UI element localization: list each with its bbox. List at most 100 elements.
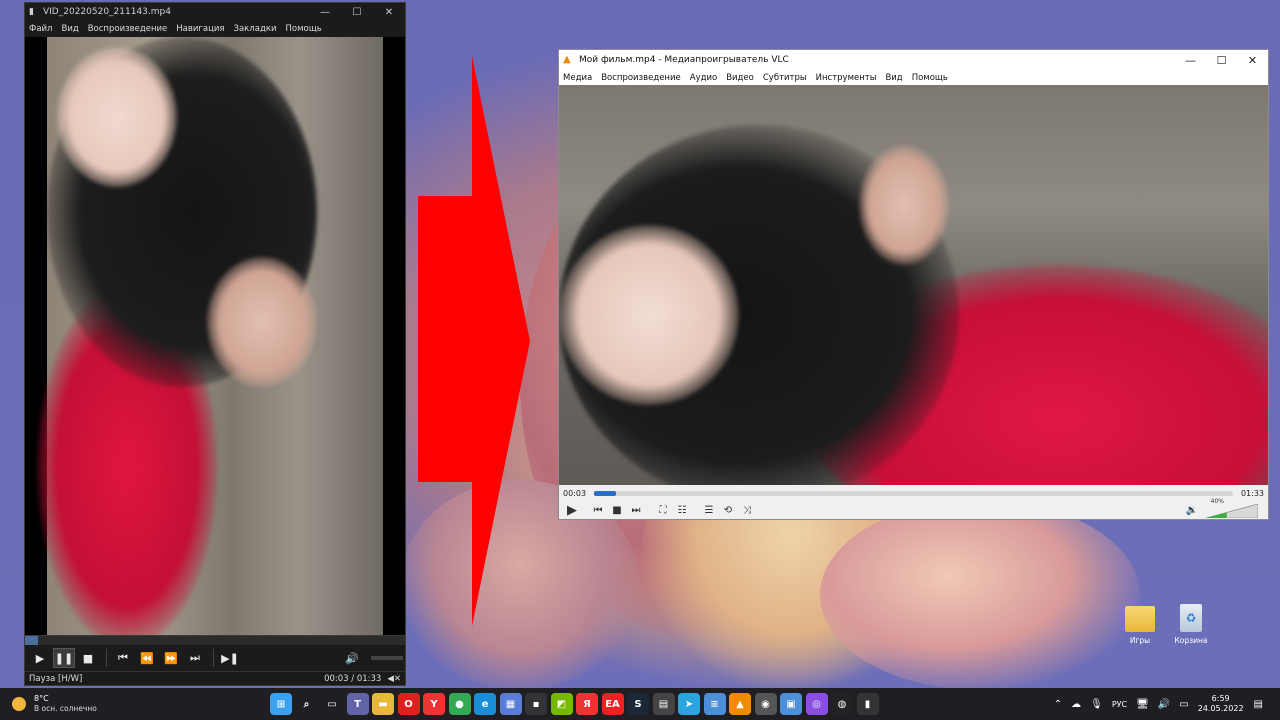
extended-settings-icon[interactable]: ☷: [673, 503, 691, 519]
minimize-icon[interactable]: —: [1175, 54, 1206, 67]
taskbar-app-teams[interactable]: T: [346, 693, 369, 715]
vlc-controls: ▶ ⏮ ■ ⏭ ⛶ ☷ ☰ ⟲ ⤨ 🔉 40%: [559, 497, 1268, 520]
mpc-status-text: Пауза [H/W]: [29, 674, 83, 684]
stop-icon[interactable]: ■: [608, 503, 626, 519]
previous-icon[interactable]: ⏮: [589, 503, 607, 519]
taskbar-clock[interactable]: 6:59 24.05.2022: [1198, 694, 1244, 714]
weather-desc: В осн. солнечно: [34, 704, 97, 713]
taskbar-app-telegram[interactable]: ➤: [678, 693, 700, 715]
menu-help[interactable]: Помощь: [912, 73, 948, 83]
mpc-titlebar[interactable]: ▮ VID_20220520_211143.mp4 — ☐ ✕: [25, 3, 405, 21]
play-icon[interactable]: ▶: [563, 503, 581, 519]
weather-temp: 8°C: [34, 694, 49, 703]
menu-audio[interactable]: Аудио: [690, 73, 717, 83]
fast-forward-icon[interactable]: ⏩: [160, 648, 182, 668]
menu-view[interactable]: Вид: [61, 24, 78, 34]
taskbar-app-mpc[interactable]: ▮: [856, 693, 879, 715]
taskbar-app-ea[interactable]: EA: [601, 693, 624, 715]
menu-subtitles[interactable]: Субтитры: [763, 73, 807, 83]
taskbar-app-start[interactable]: ⊞: [270, 693, 292, 715]
minimize-icon[interactable]: —: [309, 7, 341, 18]
taskbar-app-obs[interactable]: ◍: [831, 693, 853, 715]
taskbar-app-explorer[interactable]: ▬: [372, 693, 394, 715]
folder-icon: [1125, 606, 1155, 632]
mpc-title: VID_20220520_211143.mp4: [43, 7, 171, 17]
mpc-menubar: Файл Вид Воспроизведение Навигация Закла…: [25, 21, 405, 37]
taskbar-app-yandex[interactable]: Я: [576, 693, 598, 715]
taskbar-app-search[interactable]: ⌕: [295, 693, 318, 715]
mpc-seek-bar[interactable]: [25, 635, 405, 645]
close-icon[interactable]: ✕: [1237, 54, 1268, 67]
mpc-volume-slider[interactable]: [371, 656, 403, 660]
stop-icon[interactable]: ■: [77, 648, 99, 668]
taskbar-app-yandex-browser[interactable]: Y: [423, 693, 445, 715]
taskbar-app-terminal[interactable]: ▪: [525, 693, 547, 715]
menu-help[interactable]: Помощь: [286, 24, 322, 34]
network-icon[interactable]: 🖥: [1136, 699, 1149, 710]
menu-file[interactable]: Файл: [29, 24, 52, 34]
mpc-video-area[interactable]: [25, 37, 405, 635]
desktop-icon-recycle-bin[interactable]: ♻ Корзина: [1166, 604, 1216, 645]
speaker-icon[interactable]: 🔊: [1158, 699, 1170, 710]
maximize-icon[interactable]: ☐: [1206, 54, 1237, 67]
menu-navigate[interactable]: Навигация: [176, 24, 224, 34]
menu-playback[interactable]: Воспроизведение: [601, 73, 681, 83]
taskbar-app-calculator[interactable]: ▤: [652, 693, 675, 715]
microphone-icon[interactable]: 🎙: [1090, 699, 1103, 710]
loop-icon[interactable]: ⟲: [719, 503, 737, 519]
taskbar-app-nvidia[interactable]: ◩: [550, 693, 573, 715]
taskbar-app-notepad[interactable]: ≡: [703, 693, 726, 715]
volume-icon[interactable]: 🔉: [1183, 503, 1201, 519]
cloud-icon[interactable]: ☁: [1071, 699, 1081, 710]
taskbar-app-chrome[interactable]: ●: [448, 693, 471, 715]
weather-widget[interactable]: 8°C В осн. солнечно: [0, 694, 270, 714]
battery-icon[interactable]: ▭: [1179, 699, 1188, 710]
pause-icon[interactable]: ❚❚: [53, 648, 75, 668]
mpc-window[interactable]: ▮ VID_20220520_211143.mp4 — ☐ ✕ Файл Вид…: [24, 2, 406, 686]
vlc-title: Мой фильм.mp4 - Медиапроигрыватель VLC: [579, 55, 789, 65]
taskbar-app-camera[interactable]: ◉: [754, 693, 777, 715]
vlc-volume-slider[interactable]: [1206, 503, 1258, 518]
taskbar-app-vlc[interactable]: ▲: [729, 693, 751, 715]
menu-video[interactable]: Видео: [726, 73, 754, 83]
menu-tools[interactable]: Инструменты: [816, 73, 877, 83]
vlc-volume-percent: 40%: [1210, 497, 1224, 505]
volume-icon[interactable]: 🔊: [341, 648, 363, 668]
frame-step-icon[interactable]: ▶❚: [219, 648, 241, 668]
menu-view[interactable]: Вид: [885, 73, 902, 83]
mpc-time: 00:03 / 01:33: [324, 674, 382, 684]
notifications-icon[interactable]: ▤: [1254, 699, 1263, 710]
rewind-icon[interactable]: ⏪: [136, 648, 158, 668]
maximize-icon[interactable]: ☐: [341, 7, 373, 18]
vlc-video-area[interactable]: [559, 85, 1268, 485]
taskbar-app-task-view[interactable]: ▭: [321, 693, 343, 715]
taskbar-app-edge[interactable]: e: [474, 693, 496, 715]
next-icon[interactable]: ⏭: [627, 503, 645, 519]
playlist-icon[interactable]: ☰: [700, 503, 718, 519]
next-icon[interactable]: ⏭: [184, 648, 206, 668]
mpc-app-icon: ▮: [29, 7, 34, 17]
taskbar-app-steam[interactable]: S: [627, 693, 649, 715]
chevron-up-icon[interactable]: ⌃: [1054, 699, 1062, 710]
menu-media[interactable]: Медиа: [563, 73, 592, 83]
vlc-duration: 01:33: [1240, 488, 1264, 498]
recycle-bin-icon: ♻: [1180, 604, 1202, 632]
vlc-titlebar[interactable]: ▲ Мой фильм.mp4 - Медиапроигрыватель VLC…: [559, 50, 1268, 70]
language-indicator[interactable]: РУС: [1112, 700, 1127, 709]
fullscreen-icon[interactable]: ⛶: [654, 503, 672, 519]
taskbar-app-remote[interactable]: ▣: [780, 693, 802, 715]
vlc-seek-bar[interactable]: [594, 490, 1233, 496]
close-icon[interactable]: ✕: [373, 7, 405, 18]
taskbar-app-photos[interactable]: ▦: [499, 693, 522, 715]
menu-play[interactable]: Воспроизведение: [88, 24, 168, 34]
audio-switch-icon[interactable]: ◀✕: [387, 674, 401, 684]
vlc-window[interactable]: ▲ Мой фильм.mp4 - Медиапроигрыватель VLC…: [558, 49, 1269, 520]
taskbar-app-opera[interactable]: O: [397, 693, 420, 715]
shuffle-icon[interactable]: ⤨: [738, 503, 756, 519]
desktop-icon-games[interactable]: Игры: [1115, 606, 1165, 645]
previous-icon[interactable]: ⏮: [112, 648, 134, 668]
play-icon[interactable]: ▶: [29, 648, 51, 668]
menu-favorites[interactable]: Закладки: [234, 24, 277, 34]
taskbar-app-alice[interactable]: ◎: [805, 693, 828, 715]
taskbar: 8°C В осн. солнечно ⊞ ⌕ ▭ T ▬ O Y ● e ▦ ▪ ◩ Я EA S ▤ ➤ ≡ ▲…: [0, 688, 1280, 720]
